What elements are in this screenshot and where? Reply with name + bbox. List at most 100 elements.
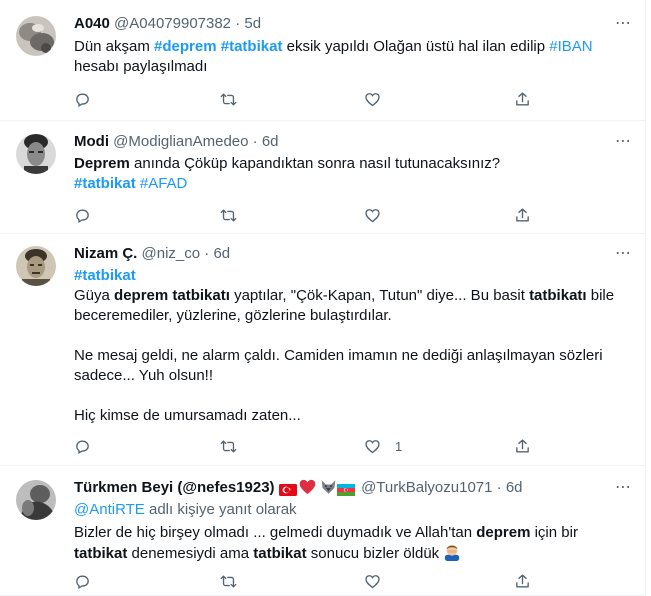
text-run: tatbikat	[253, 545, 307, 562]
tweet-line: beceremediler, yüzlerine, gözlerine bula…	[74, 306, 621, 326]
timestamp[interactable]: 6d	[262, 133, 279, 150]
tweet-line	[74, 386, 621, 406]
text-run: Dün akşam	[74, 38, 155, 55]
retweet-button[interactable]	[220, 436, 237, 456]
action-bar	[74, 571, 529, 591]
retweet-button[interactable]	[220, 571, 237, 591]
display-name[interactable]: Türkmen Beyi (@nefes1923)	[74, 479, 275, 496]
timestamp[interactable]: 5d	[244, 15, 261, 32]
like-icon	[364, 573, 381, 590]
timestamp[interactable]: 6d	[506, 479, 523, 496]
share-icon	[514, 91, 531, 108]
hashtag-link[interactable]: #tatbikat	[74, 267, 136, 284]
tweet[interactable]: A040 @A04079907382 · 5d ⋯ Dün akşam #dep…	[0, 0, 645, 121]
text-run: tatbikat	[74, 545, 128, 562]
tweet-text: Dün akşam #deprem #tatbikat eksik yapıld…	[74, 37, 621, 77]
reply-button[interactable]	[74, 436, 91, 456]
text-run: Deprem	[74, 155, 130, 172]
action-bar: 1	[74, 436, 529, 456]
text-run: sadece... Yuh olsun!!	[74, 367, 213, 384]
text-run: deprem tatbikatı	[114, 287, 230, 304]
tweet-line: Güya deprem tatbikatı yaptılar, "Çök-Kap…	[74, 286, 621, 306]
text-run: hesabı paylaşılmadı	[74, 58, 208, 75]
like-button[interactable]	[364, 89, 381, 109]
tweet-text: Bizler de hiç birşey olmadı ... gelmedi …	[74, 523, 621, 567]
tweet-line: Deprem anında Çöküp kapandıktan sonra na…	[74, 154, 621, 174]
retweet-icon	[220, 573, 237, 590]
reply-icon	[74, 573, 91, 590]
like-button[interactable]: 1	[364, 436, 402, 456]
retweet-button[interactable]	[220, 205, 237, 225]
reply-button[interactable]	[74, 205, 91, 225]
share-icon	[514, 573, 531, 590]
handle[interactable]: @A04079907382	[114, 15, 231, 32]
text-run: Hiç kimse de umursamadı zaten...	[74, 407, 301, 424]
tweet-line: Ne mesaj geldi, ne alarm çaldı. Camiden …	[74, 346, 621, 366]
text-run: eksik yapıldı Olağan üstü hal ilan edili…	[282, 38, 550, 55]
avatar[interactable]	[16, 134, 56, 174]
retweet-icon	[220, 438, 237, 455]
like-button[interactable]	[364, 205, 381, 225]
share-icon	[514, 207, 531, 224]
more-icon[interactable]: ⋯	[613, 478, 633, 498]
tweet-line: #tatbikat #AFAD	[74, 174, 621, 194]
tweet[interactable]: Türkmen Beyi (@nefes1923) @TurkBalyozu10…	[0, 466, 645, 596]
like-icon	[364, 207, 381, 224]
tweet-text: Deprem anında Çöküp kapandıktan sonra na…	[74, 154, 621, 194]
share-button[interactable]	[514, 571, 531, 591]
hashtag-link[interactable]: #IBAN	[549, 38, 592, 55]
tweet-header: Nizam Ç. @niz_co · 6d	[74, 244, 605, 264]
turkey-flag-icon	[278, 481, 299, 501]
more-icon[interactable]: ⋯	[613, 132, 633, 152]
reply-button[interactable]	[74, 89, 91, 109]
display-name[interactable]: A040	[74, 15, 110, 32]
tweet-header: Türkmen Beyi (@nefes1923) @TurkBalyozu10…	[74, 478, 605, 498]
hashtag-link[interactable]: #tatbikat	[74, 175, 136, 192]
timestamp[interactable]: 6d	[213, 245, 230, 262]
share-button[interactable]	[514, 205, 531, 225]
hashtag-link[interactable]: #tatbikat	[221, 38, 283, 55]
text-run: için bir	[530, 524, 578, 541]
handle[interactable]: @TurkBalyozu1071	[361, 479, 492, 496]
display-name[interactable]: Modi	[74, 133, 109, 150]
handle[interactable]: @ModiglianAmedeo	[113, 133, 248, 150]
retweet-icon	[220, 91, 237, 108]
share-button[interactable]	[514, 89, 531, 109]
replying-to: @AntiRTE adlı kişiye yanıt olarak	[74, 500, 621, 520]
hashtag-link[interactable]: #deprem	[154, 38, 217, 55]
replying-to-link[interactable]: @AntiRTE	[74, 501, 145, 518]
text-run: anında Çöküp kapandıktan sonra nasıl tut…	[129, 155, 501, 172]
retweet-button[interactable]	[220, 89, 237, 109]
replying-to-label: adlı kişiye yanıt olarak	[144, 501, 297, 518]
more-icon[interactable]: ⋯	[613, 244, 633, 264]
avatar[interactable]	[16, 16, 56, 56]
more-icon[interactable]: ⋯	[613, 14, 633, 34]
text-run: Ne mesaj geldi, ne alarm çaldı. Camiden …	[74, 347, 603, 364]
tweet-line: Hiç kimse de umursamadı zaten...	[74, 406, 621, 426]
avatar[interactable]	[16, 480, 56, 520]
like-button[interactable]	[364, 571, 381, 591]
text-run: deprem	[476, 524, 531, 541]
tweet[interactable]: Nizam Ç. @niz_co · 6d ⋯ #tatbikat Güya de…	[0, 234, 645, 466]
tweet-feed: A040 @A04079907382 · 5d ⋯ Dün akşam #dep…	[0, 0, 646, 596]
text-run: beceremediler, yüzlerine, gözlerine bula…	[74, 307, 392, 324]
handle[interactable]: @niz_co	[142, 245, 201, 262]
separator-dot: ·	[496, 479, 502, 496]
red-heart-icon	[299, 479, 316, 501]
tweet-line: sadece... Yuh olsun!!	[74, 366, 621, 386]
tweet-text: #tatbikat Güya deprem tatbikatı yaptılar,…	[74, 266, 621, 426]
tweet-line	[74, 326, 621, 346]
share-icon	[514, 438, 531, 455]
separator-dot: ·	[204, 245, 210, 262]
tweet[interactable]: Modi @ModiglianAmedeo · 6d ⋯ Deprem anın…	[0, 121, 645, 234]
hashtag-link[interactable]: #AFAD	[140, 175, 188, 192]
action-bar	[74, 89, 529, 109]
tweet-line: #tatbikat	[74, 266, 621, 286]
share-button[interactable]	[514, 436, 531, 456]
reply-button[interactable]	[74, 571, 91, 591]
like-icon	[364, 91, 381, 108]
reply-icon	[74, 438, 91, 455]
display-name[interactable]: Nizam Ç.	[74, 245, 137, 262]
tweet-line: Dün akşam #deprem #tatbikat eksik yapıld…	[74, 37, 621, 57]
avatar[interactable]	[16, 246, 56, 286]
